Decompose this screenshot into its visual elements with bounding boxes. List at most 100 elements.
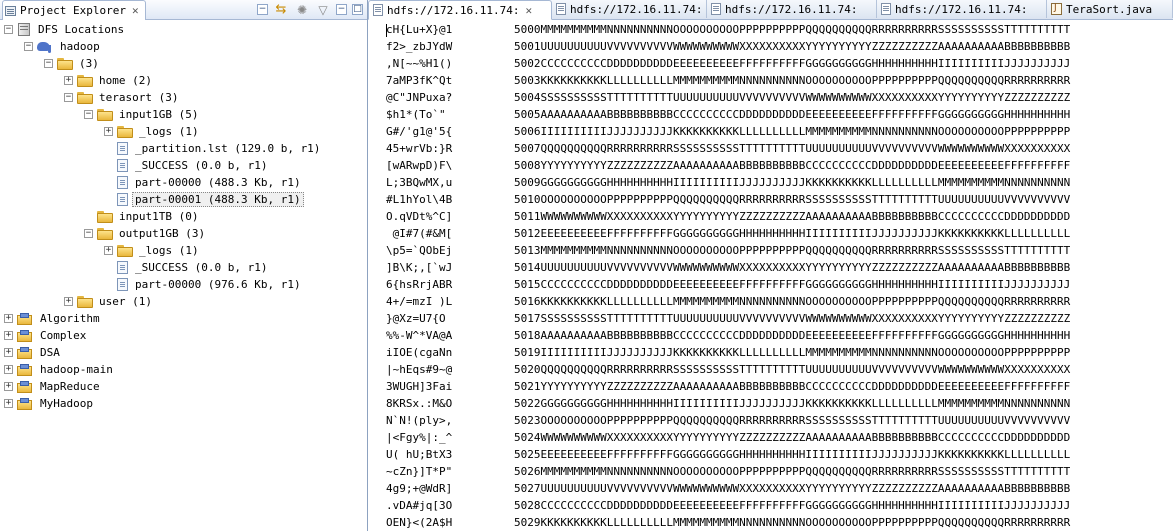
record-value: 5027UUUUUUUUUUVVVVVVVVVVWWWWWWWWWWXXXXXX… <box>514 482 1071 495</box>
tree-project-item[interactable]: + Algorithm <box>4 310 103 327</box>
tree-file-item[interactable]: _partition.lst (129.0 b, r1) <box>104 140 323 157</box>
expand-icon[interactable]: + <box>4 348 13 357</box>
expand-icon[interactable]: + <box>4 365 13 374</box>
record-key: @C"JNPuxa? <box>386 91 453 104</box>
record-key: G#/'g1@'5{ <box>386 125 453 138</box>
record-value: 5009GGGGGGGGGGHHHHHHHHHHIIIIIIIIIIJJJJJJ… <box>514 176 1071 189</box>
record-value: 5026MMMMMMMMMMNNNNNNNNNNOOOOOOOOOOPPPPPP… <box>514 465 1071 478</box>
record-key: cH{Lu+X}@1 <box>386 23 453 36</box>
expand-icon[interactable]: + <box>64 297 73 306</box>
collapse-icon[interactable]: − <box>4 25 13 34</box>
editor-tab[interactable]: hdfs://172.16.11.74: ✕ <box>368 0 552 20</box>
project-folder-icon <box>17 380 33 393</box>
tree-project-item[interactable]: + MapReduce <box>4 378 103 395</box>
record-key: $h1*(To`" <box>386 108 446 121</box>
tree-folder-item[interactable]: − input1GB (5) <box>84 106 201 123</box>
record-value: 5019IIIIIIIIIIJJJJJJJJJJKKKKKKKKKKLLLLLL… <box>514 346 1071 359</box>
tree-folder-item[interactable]: − (3) <box>44 55 102 72</box>
expand-icon[interactable]: + <box>4 314 13 323</box>
record-value: 5012EEEEEEEEEEFFFFFFFFFFGGGGGGGGGGHHHHHH… <box>514 227 1071 240</box>
record-key: O.qVDt%^C] <box>386 210 453 223</box>
collapse-icon[interactable]: − <box>64 93 73 102</box>
expand-icon[interactable]: + <box>64 76 73 85</box>
tree-project-item[interactable]: + MyHadoop <box>4 395 96 412</box>
tree-item-label: hadoop-main <box>40 363 113 376</box>
record-value: 5023OOOOOOOOOOPPPPPPPPPPQQQQQQQQQQRRRRRR… <box>514 414 1071 427</box>
view-toolbar: − ⇆ ✺ ▽ − □ <box>257 1 363 18</box>
editor-tab[interactable]: hdfs://172.16.11.74: <box>877 0 1047 18</box>
collapse-all-icon[interactable]: − <box>257 4 268 15</box>
document-icon <box>556 3 566 15</box>
record-key: .vDA#jq[3O <box>386 499 453 512</box>
record-key: OEN}<(2A$H <box>386 516 453 529</box>
collapse-icon[interactable]: − <box>84 229 93 238</box>
tree-folder-item[interactable]: + _logs (1) <box>104 242 202 259</box>
tree-file-item[interactable]: _SUCCESS (0.0 b, r1) <box>104 157 270 174</box>
tree-project-item[interactable]: + DSA <box>4 344 63 361</box>
hadoop-elephant-icon <box>37 41 53 53</box>
link-with-editor-icon[interactable]: ⇆ <box>273 2 289 18</box>
tree-folder-item[interactable]: − output1GB (3) <box>84 225 208 242</box>
editor-tab[interactable]: TeraSort.java <box>1047 0 1173 18</box>
tree-folder-item[interactable]: − hadoop <box>24 38 103 55</box>
tree-folder-item[interactable]: + _logs (1) <box>104 123 202 140</box>
close-icon[interactable]: ✕ <box>132 4 139 17</box>
folder-icon <box>97 108 113 121</box>
project-explorer-tab[interactable]: Project Explorer ✕ <box>2 0 146 20</box>
editor-tab[interactable]: hdfs://172.16.11.74: <box>552 0 707 18</box>
record-key: iIOE(cgaNn <box>386 346 453 359</box>
editor-tab-label: hdfs://172.16.11.74: <box>895 2 1028 16</box>
collapse-icon[interactable]: − <box>44 59 53 68</box>
tree-file-item[interactable]: part-00001 (488.3 Kb, r1) <box>104 191 304 208</box>
tree-folder-item[interactable]: − terasort (3) <box>64 89 181 106</box>
tree-item-label: MyHadoop <box>40 397 93 410</box>
editor-tab[interactable]: hdfs://172.16.11.74: <box>707 0 877 18</box>
dfs-locations-icon <box>17 23 31 36</box>
file-icon <box>117 261 128 274</box>
expand-icon[interactable]: + <box>4 399 13 408</box>
record-value: 5010OOOOOOOOOOPPPPPPPPPPQQQQQQQQQQRRRRRR… <box>514 193 1071 206</box>
record-value: 5002CCCCCCCCCCDDDDDDDDDDEEEEEEEEEEFFFFFF… <box>514 57 1071 70</box>
tree-item-label: hadoop <box>60 40 100 53</box>
text-editor[interactable]: cH{Lu+X}@1 5000MMMMMMMMMMNNNNNNNNNNOOOOOO… <box>368 21 1173 531</box>
project-folder-icon <box>17 363 33 376</box>
folder-icon <box>57 57 73 70</box>
close-tab-icon[interactable]: ✕ <box>525 4 532 17</box>
editor-tab-label: hdfs://172.16.11.74: <box>570 2 703 16</box>
tree-item-label: _logs (1) <box>139 244 199 257</box>
expand-icon[interactable]: + <box>4 331 13 340</box>
record-key: ]B\K;,[`wJ <box>386 261 453 274</box>
tree-item-label: input1GB (5) <box>119 108 199 121</box>
record-value: 5014UUUUUUUUUUVVVVVVVVVVWWWWWWWWWWXXXXXX… <box>514 261 1071 274</box>
file-icon <box>117 176 128 189</box>
record-key: 3WUGH]3Fai <box>386 380 453 393</box>
tree-project-item[interactable]: + Complex <box>4 327 89 344</box>
tree-project-item[interactable]: + hadoop-main <box>4 361 116 378</box>
expand-icon[interactable]: + <box>104 246 113 255</box>
dfs-tools-icon[interactable]: ✺ <box>294 2 310 18</box>
tree-file-item[interactable]: _SUCCESS (0.0 b, r1) <box>104 259 270 276</box>
tree-item-label: part-00000 (976.6 Kb, r1) <box>135 278 301 291</box>
tree-item-label: (3) <box>79 57 99 70</box>
minimize-icon[interactable]: − <box>336 4 347 15</box>
tree-file-item[interactable]: part-00000 (488.3 Kb, r1) <box>104 174 304 191</box>
tree-folder-item[interactable]: input1TB (0) <box>84 208 201 225</box>
expand-icon[interactable]: + <box>4 382 13 391</box>
editor-tab-label: TeraSort.java <box>1066 2 1153 16</box>
tree-file-item[interactable]: part-00000 (976.6 Kb, r1) <box>104 276 304 293</box>
record-key: L;3BQwMX,u <box>386 176 453 189</box>
record-key: 4g9;+@WdR] <box>386 482 453 495</box>
project-explorer-title: Project Explorer <box>20 4 126 17</box>
expand-icon[interactable]: + <box>104 127 113 136</box>
collapse-icon[interactable]: − <box>24 42 33 51</box>
record-key: @I#7(#&M[ <box>386 227 453 240</box>
tree-folder-item[interactable]: + user (1) <box>64 293 155 310</box>
maximize-icon[interactable]: □ <box>352 4 363 15</box>
tree-folder-item[interactable]: − DFS Locations <box>4 21 127 38</box>
tree-item-label: _SUCCESS (0.0 b, r1) <box>135 159 268 172</box>
collapse-icon[interactable]: − <box>84 110 93 119</box>
editor-tab-label: hdfs://172.16.11.74: <box>387 3 520 17</box>
view-menu-icon[interactable]: ▽ <box>315 2 331 18</box>
record-value: 5025EEEEEEEEEEFFFFFFFFFFGGGGGGGGGGHHHHHH… <box>514 448 1071 461</box>
tree-folder-item[interactable]: + home (2) <box>64 72 155 89</box>
